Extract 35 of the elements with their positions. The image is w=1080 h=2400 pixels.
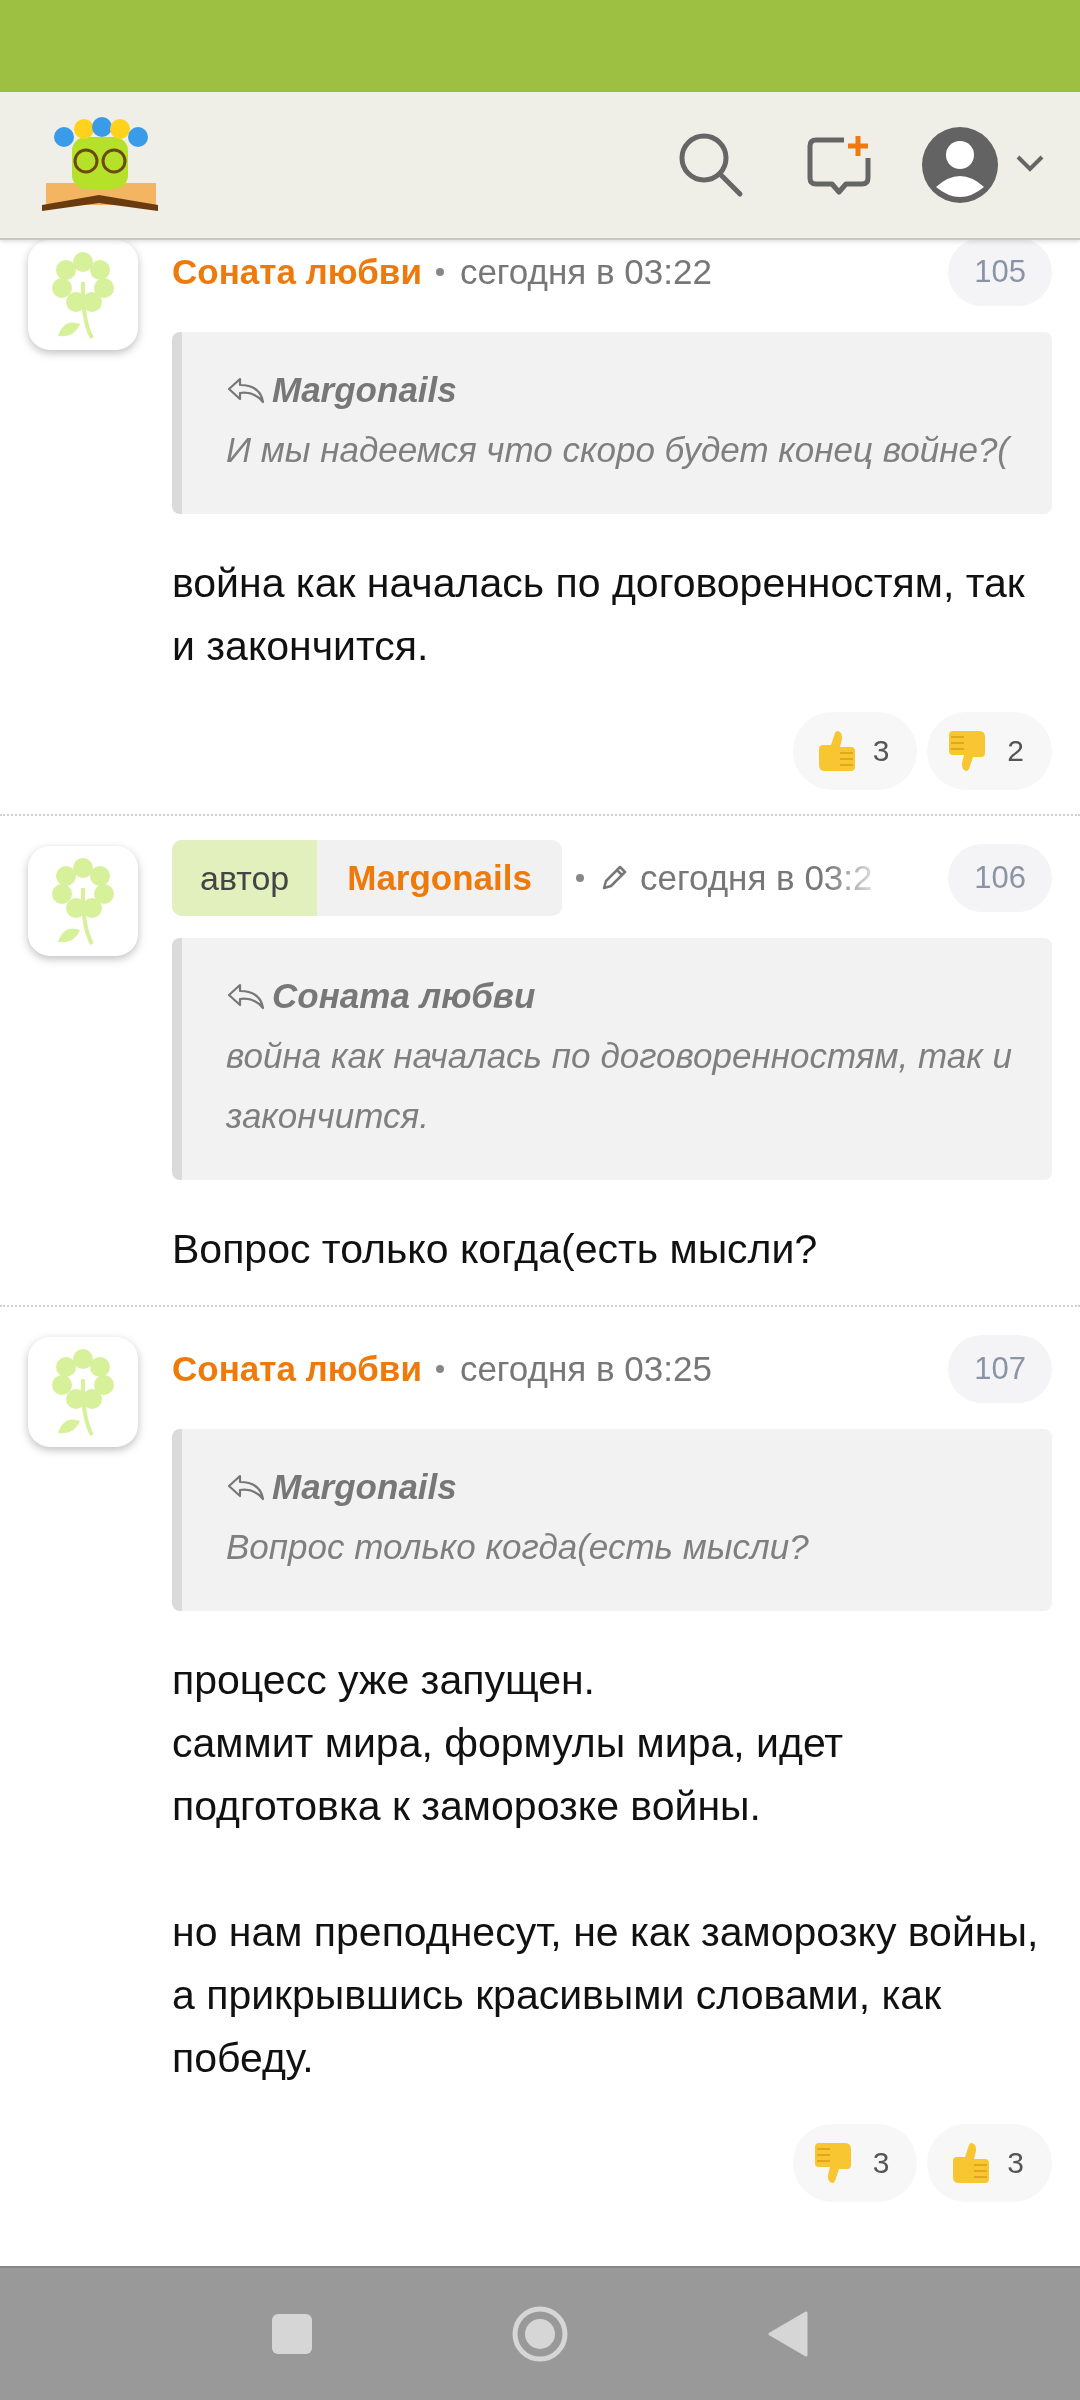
quote-author: Соната любви <box>272 976 536 1016</box>
quote-author: Margonails <box>272 1467 457 1507</box>
separator-dot-icon <box>435 268 444 276</box>
timestamp: сегодня в 03:2 <box>640 858 873 898</box>
comment-text: война как началась по договоренностям, так и закончится. <box>172 559 1026 671</box>
dislike-button[interactable]: 2 <box>927 712 1052 790</box>
separator-dot-icon <box>435 1365 444 1373</box>
timestamp: сегодня в 03:25 <box>459 1349 712 1389</box>
recents-icon[interactable] <box>272 2314 312 2354</box>
separator-dot-icon <box>576 874 584 882</box>
dislike-button[interactable]: 3 <box>792 2124 918 2202</box>
author-badge: автор <box>172 840 318 916</box>
comment-number[interactable]: 107 <box>948 1335 1052 1403</box>
comment-text: Вопрос только когда(есть мысли? <box>172 1225 819 1274</box>
reply-icon <box>226 1472 266 1502</box>
author-name[interactable]: Margonails <box>317 858 562 898</box>
like-button[interactable]: 3 <box>927 2124 1052 2202</box>
like-button[interactable]: 3 <box>792 712 918 790</box>
reply-icon <box>226 981 266 1011</box>
author-name[interactable]: Соната любви <box>172 1349 422 1389</box>
author-tag[interactable]: автор Margonails <box>172 840 562 916</box>
comment-number[interactable]: 106 <box>948 844 1052 912</box>
comment-text: процесс уже запущен. саммит мира, формулы мира, идет подготовка к заморозке войны. <box>172 1656 845 1831</box>
quote-text: И мы надеемся что скоро будет конец войне?( <box>226 429 1012 471</box>
quote-author: Margonails <box>272 370 457 410</box>
author-name[interactable]: Соната любви <box>172 252 422 292</box>
home-icon[interactable] <box>512 2306 568 2362</box>
reply-icon <box>226 375 266 405</box>
quote-text: война как началась по договоренностям, так и закончится. <box>226 1035 1012 1137</box>
timestamp: сегодня в 03:22 <box>459 252 712 292</box>
back-icon[interactable] <box>768 2311 808 2357</box>
comment-text: но нам преподнесут, не как заморозку войны, а прикрывшись красивыми словами, как победу. <box>172 1908 1040 2083</box>
comment-number[interactable]: 105 <box>948 240 1052 306</box>
quote-text: Вопрос только когда(есть мысли? <box>226 1526 810 1568</box>
pencil-icon <box>600 864 628 892</box>
